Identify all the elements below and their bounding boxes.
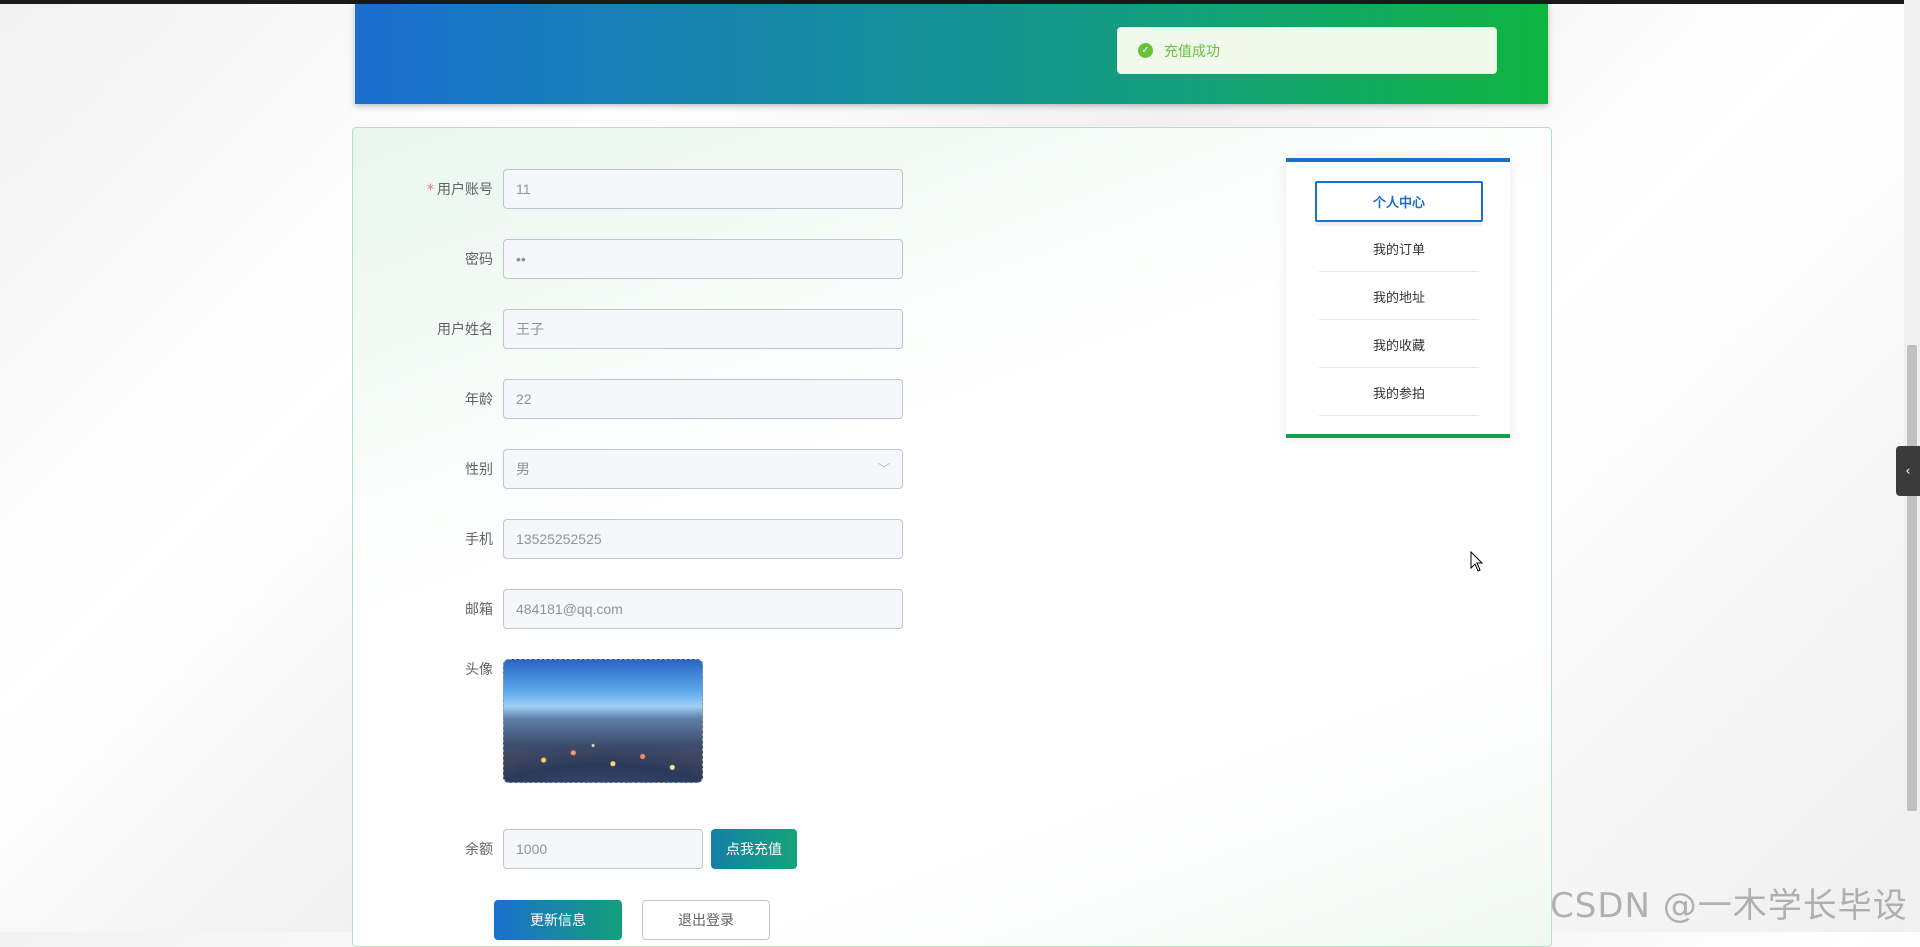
- age-label: 年龄: [465, 392, 493, 408]
- account-label: * 用户账号: [353, 179, 493, 199]
- recharge-button[interactable]: 点我充值: [711, 829, 797, 869]
- user-center-menu: 个人中心 我的订单 我的地址 我的收藏 我的参拍: [1286, 158, 1510, 438]
- mouse-cursor-icon: [1470, 551, 1484, 572]
- menu-item-favorites[interactable]: 我的收藏: [1319, 321, 1479, 368]
- watermark: CSDN @一木学长毕设: [1550, 886, 1908, 926]
- password-label: 密码: [465, 252, 493, 268]
- age-input[interactable]: 22: [503, 379, 903, 419]
- menu-item-address[interactable]: 我的地址: [1319, 273, 1479, 320]
- avatar-upload[interactable]: [503, 659, 703, 783]
- menu-item-orders[interactable]: 我的订单: [1319, 225, 1479, 272]
- phone-label: 手机: [465, 532, 493, 548]
- required-mark: *: [427, 182, 434, 198]
- avatar-image: [504, 708, 702, 782]
- avatar-label: 头像: [465, 662, 493, 678]
- account-label-text: 用户账号: [437, 182, 493, 198]
- email-label: 邮箱: [465, 602, 493, 618]
- password-input[interactable]: ••: [503, 239, 903, 279]
- header-banner: ✓ 充值成功: [355, 4, 1548, 104]
- scrollbar-thumb[interactable]: [1907, 345, 1917, 811]
- account-input[interactable]: 11: [503, 169, 903, 209]
- name-label: 用户姓名: [437, 322, 493, 338]
- gender-value: 男: [516, 461, 530, 477]
- update-info-button[interactable]: 更新信息: [494, 900, 622, 940]
- logout-button[interactable]: 退出登录: [642, 900, 770, 940]
- menu-item-bids[interactable]: 我的参拍: [1319, 369, 1479, 416]
- balance-label: 余额: [465, 842, 493, 858]
- gender-label: 性别: [465, 462, 493, 478]
- success-toast: ✓ 充值成功: [1117, 27, 1497, 74]
- menu-item-profile[interactable]: 个人中心: [1315, 181, 1483, 222]
- gender-select[interactable]: 男 ﹀: [503, 449, 903, 489]
- phone-input[interactable]: 13525252525: [503, 519, 903, 559]
- email-input[interactable]: 484181@qq.com: [503, 589, 903, 629]
- name-input[interactable]: 王子: [503, 309, 903, 349]
- side-panel-toggle[interactable]: ‹: [1896, 446, 1920, 496]
- balance-input[interactable]: 1000: [503, 829, 703, 869]
- chevron-down-icon: ﹀: [877, 462, 890, 476]
- check-circle-icon: ✓: [1138, 43, 1153, 58]
- toast-message: 充值成功: [1164, 43, 1220, 60]
